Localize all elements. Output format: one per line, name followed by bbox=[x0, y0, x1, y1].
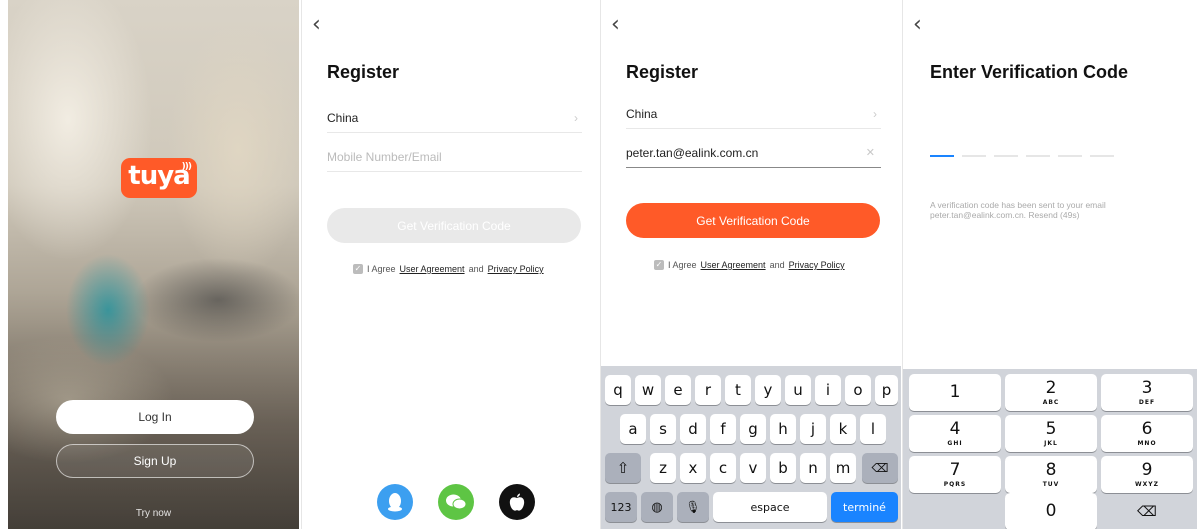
code-slot bbox=[1026, 155, 1050, 157]
account-value: peter.tan@ealink.com.cn bbox=[626, 145, 759, 160]
user-agreement-link[interactable]: User Agreement bbox=[400, 264, 465, 274]
keyboard-row-1: q w e r t y u i o p bbox=[601, 375, 901, 405]
key-b[interactable]: b bbox=[770, 453, 796, 483]
back-chevron-icon[interactable]: ‹ bbox=[913, 14, 922, 36]
agreement-row: ✓ I Agree User Agreement and Privacy Pol… bbox=[353, 264, 544, 274]
code-slot bbox=[994, 155, 1018, 157]
numpad-key-9[interactable]: 9 WXYZ bbox=[1101, 456, 1193, 493]
key-a[interactable]: a bbox=[620, 414, 646, 444]
key-l[interactable]: l bbox=[860, 414, 886, 444]
space-key[interactable]: espace bbox=[713, 492, 827, 522]
shift-key-icon[interactable]: ⇧ bbox=[605, 453, 641, 483]
done-key[interactable]: terminé bbox=[831, 492, 898, 522]
numbers-key[interactable]: 123 bbox=[605, 492, 637, 522]
code-slot bbox=[1090, 155, 1114, 157]
key-y[interactable]: y bbox=[755, 375, 781, 405]
key-t[interactable]: t bbox=[725, 375, 751, 405]
key-u[interactable]: u bbox=[785, 375, 811, 405]
country-selector[interactable]: China › bbox=[626, 99, 881, 129]
key-x[interactable]: x bbox=[680, 453, 706, 483]
keyboard-row-2: a s d f g h j k l bbox=[601, 414, 901, 444]
page-title: Enter Verification Code bbox=[930, 62, 1129, 82]
numpad-key-3[interactable]: 3 DEF bbox=[1101, 374, 1193, 411]
agreement-row: ✓ I Agree User Agreement and Privacy Pol… bbox=[654, 260, 845, 270]
verification-message: A verification code has been sent to you… bbox=[930, 200, 1180, 220]
privacy-policy-link[interactable]: Privacy Policy bbox=[488, 264, 544, 274]
numeric-keypad: 1 2 ABC 3 DEF 4 GHI 5 JKL 6 MNO 7 PQRS 8 TUV 9W… bbox=[903, 369, 1197, 529]
code-slot bbox=[962, 155, 986, 157]
key-f[interactable]: f bbox=[710, 414, 736, 444]
numpad-key-5[interactable]: 5 JKL bbox=[1005, 415, 1097, 452]
key-j[interactable]: j bbox=[800, 414, 826, 444]
key-r[interactable]: r bbox=[695, 375, 721, 405]
agree-checkbox[interactable]: ✓ bbox=[654, 260, 664, 270]
login-button[interactable]: Log In bbox=[56, 400, 254, 434]
back-chevron-icon[interactable]: ‹ bbox=[611, 14, 620, 36]
backspace-key-icon[interactable]: ⌫ bbox=[862, 453, 898, 483]
microphone-key-icon[interactable]: 🎙 bbox=[677, 492, 709, 522]
code-slot bbox=[1058, 155, 1082, 157]
numpad-delete-icon[interactable]: ⌫ bbox=[1101, 493, 1193, 529]
keyboard-row-4: 123 ◍ 🎙 espace terminé bbox=[601, 492, 901, 522]
key-s[interactable]: s bbox=[650, 414, 676, 444]
country-value: China bbox=[626, 106, 658, 121]
key-d[interactable]: d bbox=[680, 414, 706, 444]
agree-checkbox[interactable]: ✓ bbox=[353, 264, 363, 274]
keyboard-row-3: ⇧ z x c v b n m ⌫ bbox=[601, 453, 901, 483]
apple-icon[interactable] bbox=[499, 484, 535, 520]
wechat-icon[interactable] bbox=[438, 484, 474, 520]
country-value: China bbox=[327, 110, 359, 125]
user-agreement-link[interactable]: User Agreement bbox=[701, 260, 766, 270]
signup-button[interactable]: Sign Up bbox=[56, 444, 254, 478]
page-title: Register bbox=[327, 62, 400, 82]
tuya-logo: tuya ))) bbox=[121, 158, 197, 198]
account-placeholder: Mobile Number/Email bbox=[327, 149, 442, 164]
back-chevron-icon[interactable]: ‹ bbox=[312, 14, 321, 36]
numpad-key-8[interactable]: 8 TUV bbox=[1005, 456, 1097, 493]
key-c[interactable]: c bbox=[710, 453, 736, 483]
register-screen-empty: ‹ Register China › Mobile Number/Email G… bbox=[301, 0, 599, 529]
code-slot bbox=[930, 155, 954, 157]
chevron-right-icon: › bbox=[873, 106, 877, 121]
code-input[interactable] bbox=[930, 155, 1114, 157]
resend-text[interactable]: peter.tan@ealink.com.cn. Resend (49s) bbox=[930, 210, 1180, 220]
key-w[interactable]: w bbox=[635, 375, 661, 405]
register-screen-filled: ‹ Register China › peter.tan@ealink.com.… bbox=[600, 0, 901, 529]
keyboard: q w e r t y u i o p a s d f g h j k l ⇧ … bbox=[601, 366, 901, 529]
splash-screen: tuya ))) Log In Sign Up Try now bbox=[8, 0, 299, 529]
privacy-policy-link[interactable]: Privacy Policy bbox=[789, 260, 845, 270]
qq-icon[interactable] bbox=[377, 484, 413, 520]
page-title: Register bbox=[626, 62, 699, 82]
key-n[interactable]: n bbox=[800, 453, 826, 483]
key-i[interactable]: i bbox=[815, 375, 841, 405]
numpad-key-6[interactable]: 6 MNO bbox=[1101, 415, 1193, 452]
numpad-blank bbox=[909, 493, 1001, 529]
get-code-button[interactable]: Get Verification Code bbox=[626, 203, 880, 238]
get-code-button-disabled[interactable]: Get Verification Code bbox=[327, 208, 581, 243]
account-input[interactable]: peter.tan@ealink.com.cn ✕ bbox=[626, 138, 881, 168]
clear-icon[interactable]: ✕ bbox=[866, 146, 875, 159]
key-h[interactable]: h bbox=[770, 414, 796, 444]
numpad-key-0[interactable]: 0 bbox=[1005, 493, 1097, 529]
key-z[interactable]: z bbox=[650, 453, 676, 483]
chevron-right-icon: › bbox=[574, 110, 578, 125]
key-k[interactable]: k bbox=[830, 414, 856, 444]
country-selector[interactable]: China › bbox=[327, 103, 582, 133]
verification-screen: ‹ Enter Verification Code A verification… bbox=[902, 0, 1197, 529]
key-g[interactable]: g bbox=[740, 414, 766, 444]
numpad-key-2[interactable]: 2 ABC bbox=[1005, 374, 1097, 411]
key-e[interactable]: e bbox=[665, 375, 691, 405]
key-p[interactable]: p bbox=[875, 375, 898, 405]
globe-key-icon[interactable]: ◍ bbox=[641, 492, 673, 522]
numpad-key-7[interactable]: 7 PQRS bbox=[909, 456, 1001, 493]
wifi-icon: ))) bbox=[181, 162, 192, 172]
key-v[interactable]: v bbox=[740, 453, 766, 483]
key-m[interactable]: m bbox=[830, 453, 856, 483]
numpad-key-4[interactable]: 4 GHI bbox=[909, 415, 1001, 452]
account-input[interactable]: Mobile Number/Email bbox=[327, 142, 582, 172]
key-o[interactable]: o bbox=[845, 375, 871, 405]
numpad-key-1[interactable]: 1 bbox=[909, 374, 1001, 411]
try-now-link[interactable]: Try now bbox=[8, 508, 299, 519]
key-q[interactable]: q bbox=[605, 375, 631, 405]
